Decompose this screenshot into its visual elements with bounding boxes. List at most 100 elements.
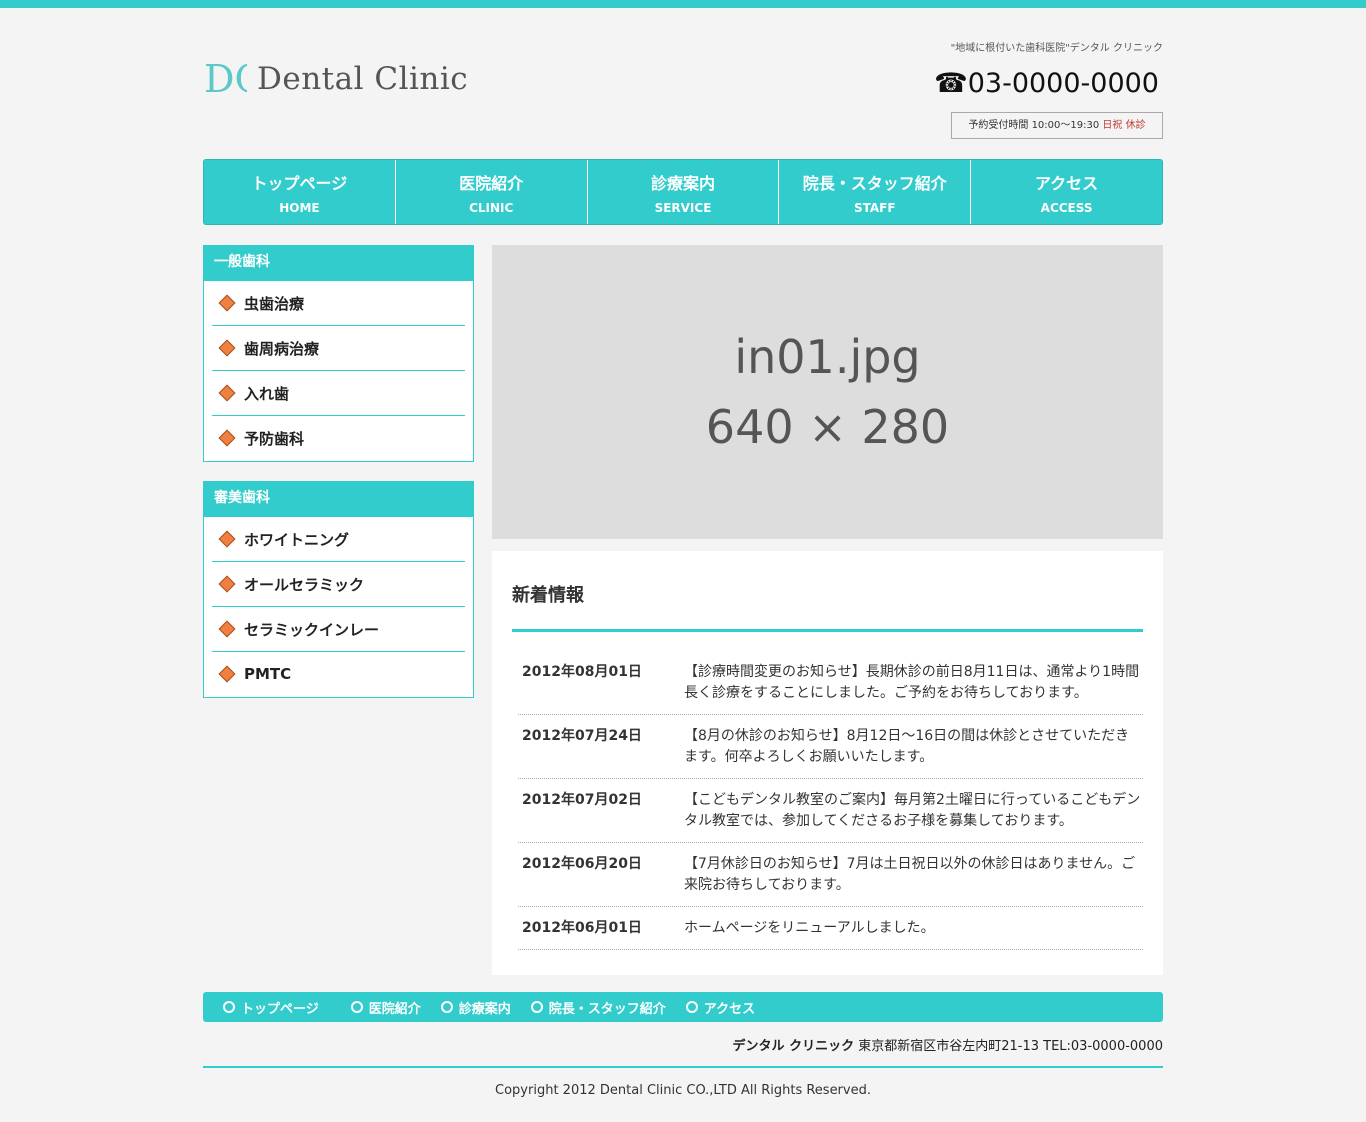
circle-bullet-icon xyxy=(350,1001,363,1013)
sidebar-item-cavity[interactable]: 虫歯治療 xyxy=(212,281,465,326)
svg-text:DC: DC xyxy=(204,57,247,101)
nav-label-jp: アクセス xyxy=(1034,174,1099,193)
circle-bullet-icon xyxy=(685,1001,698,1013)
dc-monogram-icon: DC xyxy=(204,57,247,101)
nav-label-en: STAFF xyxy=(854,201,896,215)
footer-link-access[interactable]: アクセス xyxy=(685,998,756,1017)
news-item: 2012年06月01日 ホームページをリニューアルしました。 xyxy=(518,907,1143,950)
circle-bullet-icon xyxy=(223,1001,235,1013)
reception-hours: 予約受付時間 10:00～19:30 日祝 休診 xyxy=(951,112,1163,139)
nav-label-en: ACCESS xyxy=(1040,201,1093,215)
page-wrapper: DC Dental Clinic "地域に根付いた歯科医院"デンタル クリニック… xyxy=(203,0,1163,1122)
sidebar-item-label: 虫歯治療 xyxy=(244,294,305,313)
sidebar-item-label: セラミックインレー xyxy=(244,620,380,639)
phone-number[interactable]: ☎03-0000-0000 xyxy=(934,68,1159,99)
footer-nav: トップページ 医院紹介 診療案内 院長・スタッフ紹介 アクセス xyxy=(203,992,1163,1022)
diamond-bullet-icon xyxy=(218,575,236,593)
nav-label-jp: 院長・スタッフ紹介 xyxy=(802,174,947,193)
news-text: 【7月休診日のお知らせ】7月は土日祝日以外の休診日はありません。ご来院お待ちして… xyxy=(684,856,1136,893)
nav-label-jp: トップページ xyxy=(251,174,348,193)
footer-link-staff[interactable]: 院長・スタッフ紹介 xyxy=(530,998,666,1017)
nav-label-jp: 診療案内 xyxy=(650,174,715,193)
sidebar-item-label: 入れ歯 xyxy=(244,384,290,403)
global-nav: トップページ HOME 医院紹介 CLINIC 診療案内 SERVICE 院長・… xyxy=(203,159,1163,225)
footer-address: デンタル クリニック 東京都新宿区市谷左内町21-13 TEL:03-0000-… xyxy=(733,1035,1163,1054)
diamond-bullet-icon xyxy=(218,339,236,357)
placeholder-filename: in01.jpg xyxy=(734,330,921,384)
news-item: 2012年08月01日 【診療時間変更のお知らせ】長期休診の前日8月11日は、通… xyxy=(518,651,1143,715)
sidebar-heading: 審美歯科 xyxy=(204,482,473,517)
news-section: 新着情報 2012年08月01日 【診療時間変更のお知らせ】長期休診の前日8月1… xyxy=(492,551,1163,975)
sidebar-item-ceramic-inlay[interactable]: セラミックインレー xyxy=(212,607,465,652)
nav-item-staff[interactable]: 院長・スタッフ紹介 STAFF xyxy=(779,160,972,224)
footer-link-clinic[interactable]: 医院紹介 xyxy=(350,998,421,1017)
footer-clinic-name: デンタル クリニック xyxy=(732,1039,855,1054)
placeholder-dimensions: 640 × 280 xyxy=(705,400,950,454)
news-text: 【8月の休診のお知らせ】8月12日～16日の間は休診とさせていただきます。何卒よ… xyxy=(684,728,1130,765)
nav-item-access[interactable]: アクセス ACCESS xyxy=(971,160,1162,224)
sidebar-item-whitening[interactable]: ホワイトニング xyxy=(212,517,465,562)
diamond-bullet-icon xyxy=(218,384,236,402)
sidebar-item-label: オールセラミック xyxy=(244,575,365,594)
news-divider xyxy=(512,629,1143,632)
news-text: ホームページをリニューアルしました。 xyxy=(684,920,935,936)
sidebar-heading: 一般歯科 xyxy=(204,246,473,281)
news-text: 【こどもデンタル教室のご案内】毎月第2土曜日に行っているこどもデンタル教室では、… xyxy=(684,792,1141,829)
news-date: 2012年06月20日 xyxy=(522,856,642,872)
nav-label-en: SERVICE xyxy=(654,201,712,215)
news-date: 2012年07月02日 xyxy=(522,792,642,808)
footer-link-label: アクセス xyxy=(703,1001,756,1017)
phone-text: 03-0000-0000 xyxy=(967,68,1159,99)
footer-address-text: 東京都新宿区市谷左内町21-13 TEL:03-0000-0000 xyxy=(858,1039,1163,1054)
nav-label-jp: 医院紹介 xyxy=(459,174,524,193)
sidebar-item-label: ホワイトニング xyxy=(244,530,350,549)
diamond-bullet-icon xyxy=(218,429,236,447)
news-item: 2012年06月20日 【7月休診日のお知らせ】7月は土日祝日以外の休診日はあり… xyxy=(518,843,1143,907)
sidebar-item-denture[interactable]: 入れ歯 xyxy=(212,371,465,416)
footer-divider xyxy=(203,1066,1163,1068)
sidebar-list: 虫歯治療 歯周病治療 入れ歯 予防歯科 xyxy=(204,281,473,460)
site-tagline: "地域に根付いた歯科医院"デンタル クリニック xyxy=(950,43,1163,54)
diamond-bullet-icon xyxy=(218,620,236,638)
nav-label-en: CLINIC xyxy=(469,201,514,215)
footer-link-service[interactable]: 診療案内 xyxy=(440,998,511,1017)
footer-link-label: トップページ xyxy=(241,1001,319,1017)
phone-icon: ☎ xyxy=(934,68,968,99)
news-list: 2012年08月01日 【診療時間変更のお知らせ】長期休診の前日8月11日は、通… xyxy=(518,651,1143,950)
diamond-bullet-icon xyxy=(218,530,236,548)
logo-text: Dental Clinic xyxy=(257,61,469,97)
diamond-bullet-icon xyxy=(218,665,236,683)
hours-closed: 日祝 休診 xyxy=(1102,120,1146,131)
news-heading: 新着情報 xyxy=(512,585,584,606)
news-date: 2012年08月01日 xyxy=(522,664,642,680)
sidebar-cosmetic-dentistry: 審美歯科 ホワイトニング オールセラミック セラミックインレー PMTC xyxy=(203,481,474,698)
nav-item-home[interactable]: トップページ HOME xyxy=(204,160,396,224)
hours-label: 予約受付時間 10:00～19:30 xyxy=(968,120,1100,131)
nav-item-clinic[interactable]: 医院紹介 CLINIC xyxy=(396,160,588,224)
news-item: 2012年07月02日 【こどもデンタル教室のご案内】毎月第2土曜日に行っている… xyxy=(518,779,1143,843)
news-date: 2012年06月01日 xyxy=(522,920,642,936)
sidebar-item-label: 歯周病治療 xyxy=(244,339,320,358)
footer-link-label: 医院紹介 xyxy=(368,1001,421,1017)
footer-link-label: 院長・スタッフ紹介 xyxy=(548,1001,666,1017)
news-item: 2012年07月24日 【8月の休診のお知らせ】8月12日～16日の間は休診とさ… xyxy=(518,715,1143,779)
sidebar-item-periodontal[interactable]: 歯周病治療 xyxy=(212,326,465,371)
sidebar-item-pmtc[interactable]: PMTC xyxy=(212,652,465,696)
sidebar-item-label: 予防歯科 xyxy=(244,429,305,448)
circle-bullet-icon xyxy=(530,1001,543,1013)
copyright: Copyright 2012 Dental Clinic CO.,LTD All… xyxy=(495,1083,871,1098)
sidebar-list: ホワイトニング オールセラミック セラミックインレー PMTC xyxy=(204,517,473,696)
sidebar-item-label: PMTC xyxy=(244,665,292,683)
news-date: 2012年07月24日 xyxy=(522,728,642,744)
circle-bullet-icon xyxy=(440,1001,453,1013)
footer-link-label: 診療案内 xyxy=(458,1001,511,1017)
main-image-placeholder: in01.jpg 640 × 280 xyxy=(492,245,1163,539)
sidebar-item-preventive[interactable]: 予防歯科 xyxy=(212,416,465,460)
footer-link-home[interactable]: トップページ xyxy=(223,998,319,1017)
site-logo[interactable]: DC Dental Clinic xyxy=(203,56,468,102)
news-text: 【診療時間変更のお知らせ】長期休診の前日8月11日は、通常より1時間長く診療をす… xyxy=(684,664,1140,701)
sidebar-item-all-ceramic[interactable]: オールセラミック xyxy=(212,562,465,607)
diamond-bullet-icon xyxy=(218,294,236,312)
nav-item-service[interactable]: 診療案内 SERVICE xyxy=(588,160,780,224)
sidebar-general-dentistry: 一般歯科 虫歯治療 歯周病治療 入れ歯 予防歯科 xyxy=(203,245,474,462)
